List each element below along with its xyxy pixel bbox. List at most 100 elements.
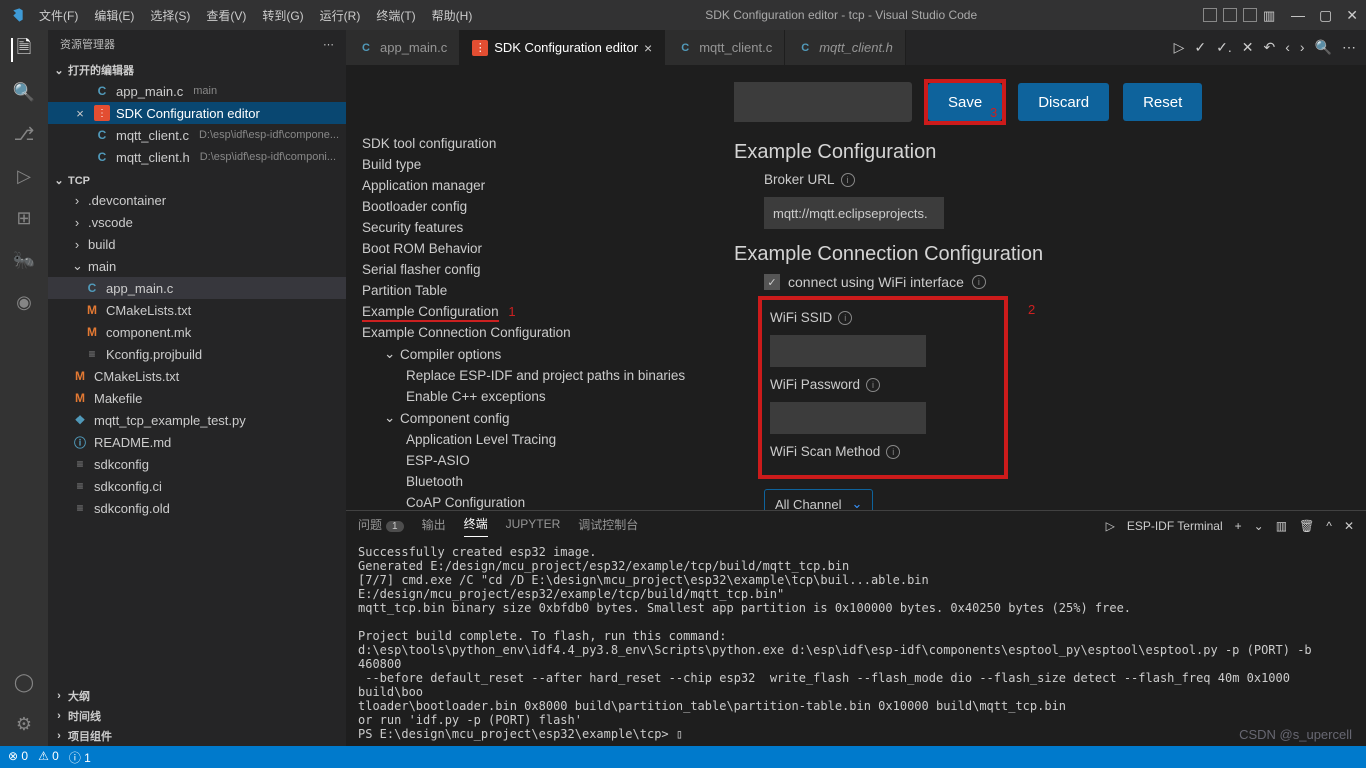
- info-icon[interactable]: i: [841, 173, 855, 187]
- close-icon[interactable]: ✕: [1346, 7, 1358, 24]
- info-icon[interactable]: i: [972, 275, 986, 289]
- more-icon[interactable]: ⋯: [323, 38, 334, 51]
- status-info[interactable]: ⓘ 1: [69, 749, 91, 766]
- open-editor-item[interactable]: Cmqtt_client.cD:\esp\idf\esp-idf\compone…: [48, 124, 346, 146]
- sidebar-section[interactable]: ›时间线: [48, 706, 346, 726]
- folder-item[interactable]: ›.vscode: [48, 211, 346, 233]
- menu-select[interactable]: 选择(S): [143, 5, 197, 26]
- layout-icon[interactable]: [1203, 8, 1217, 22]
- menu-help[interactable]: 帮助(H): [425, 5, 480, 26]
- check2-icon[interactable]: ✓.: [1216, 39, 1232, 56]
- config-subnav-item[interactable]: ESP-ASIO: [362, 450, 734, 471]
- status-warnings[interactable]: ⚠ 0: [38, 749, 59, 766]
- run-debug-icon[interactable]: ▷: [12, 164, 36, 188]
- close-icon[interactable]: ×: [72, 106, 88, 121]
- file-item[interactable]: ≡sdkconfig.ci: [48, 475, 346, 497]
- panel-tab-problems[interactable]: 问题1: [358, 516, 404, 537]
- config-nav-item[interactable]: Application manager: [362, 175, 734, 196]
- explorer-icon[interactable]: 🗎: [11, 38, 35, 62]
- cancel-icon[interactable]: ✕: [1242, 39, 1254, 56]
- extensions-icon[interactable]: ⊞: [12, 206, 36, 230]
- editor-tab[interactable]: Cmqtt_client.c: [665, 30, 785, 65]
- wifi-scan-select[interactable]: All Channel⌄: [764, 489, 873, 510]
- trash-icon[interactable]: 🗑: [1299, 519, 1314, 533]
- wifi-interface-checkbox[interactable]: ✓ connect using WiFi interface i: [764, 274, 1342, 290]
- next-icon[interactable]: ›: [1300, 39, 1305, 56]
- terminal-shell-icon[interactable]: ▷: [1106, 519, 1115, 533]
- config-subnav-item[interactable]: Replace ESP-IDF and project paths in bin…: [362, 365, 734, 386]
- open-editor-item[interactable]: ×⋮SDK Configuration editor: [48, 102, 346, 124]
- terminal-new-icon[interactable]: +: [1235, 519, 1242, 533]
- menu-edit[interactable]: 编辑(E): [87, 5, 141, 26]
- account-icon[interactable]: ◯: [12, 670, 36, 694]
- menu-file[interactable]: 文件(F): [32, 5, 85, 26]
- panel-tab-output[interactable]: 输出: [422, 516, 446, 537]
- file-item[interactable]: Mcomponent.mk: [48, 321, 346, 343]
- more-icon[interactable]: ⋯: [1342, 39, 1356, 56]
- info-icon[interactable]: i: [886, 445, 900, 459]
- search-icon[interactable]: 🔍: [12, 80, 36, 104]
- folder-item[interactable]: ›.devcontainer: [48, 189, 346, 211]
- file-item[interactable]: MMakefile: [48, 387, 346, 409]
- platformio-icon[interactable]: 🐜: [12, 248, 36, 272]
- panel-tab-jupyter[interactable]: JUPYTER: [506, 517, 561, 535]
- panel-tab-terminal[interactable]: 终端: [464, 515, 488, 537]
- layout-icon[interactable]: [1223, 8, 1237, 22]
- open-editor-item[interactable]: Capp_main.cmain: [48, 80, 346, 102]
- wifi-ssid-input[interactable]: [770, 335, 926, 367]
- file-item[interactable]: ≡Kconfig.projbuild: [48, 343, 346, 365]
- file-item[interactable]: ≡sdkconfig.old: [48, 497, 346, 519]
- project-header[interactable]: ⌄TCP: [48, 172, 346, 189]
- config-subnav-item[interactable]: ⌄Compiler options: [362, 343, 734, 365]
- sidebar-section[interactable]: ›大纲: [48, 686, 346, 706]
- config-nav-item[interactable]: Build type: [362, 154, 734, 175]
- reset-button[interactable]: Reset: [1123, 83, 1202, 121]
- menu-view[interactable]: 查看(V): [199, 5, 253, 26]
- discard-button[interactable]: Discard: [1018, 83, 1109, 121]
- undo-icon[interactable]: ↶: [1263, 39, 1275, 56]
- editor-tab[interactable]: Capp_main.c: [346, 30, 460, 65]
- config-nav-item[interactable]: Serial flasher config: [362, 259, 734, 280]
- editor-tab[interactable]: Cmqtt_client.h: [785, 30, 906, 65]
- search-icon[interactable]: 🔍: [1315, 39, 1332, 56]
- file-item[interactable]: ❖mqtt_tcp_example_test.py: [48, 409, 346, 431]
- menu-run[interactable]: 运行(R): [313, 5, 368, 26]
- open-editors-header[interactable]: ⌄打开的编辑器: [48, 60, 346, 80]
- gear-icon[interactable]: ⚙: [12, 712, 36, 736]
- espressif-icon[interactable]: ◉: [12, 290, 36, 314]
- split-icon[interactable]: ▥: [1276, 519, 1287, 533]
- prev-icon[interactable]: ‹: [1285, 39, 1290, 56]
- open-editor-item[interactable]: Cmqtt_client.hD:\esp\idf\esp-idf\componi…: [48, 146, 346, 168]
- menu-terminal[interactable]: 终端(T): [369, 5, 422, 26]
- file-item[interactable]: MCMakeLists.txt: [48, 299, 346, 321]
- panel-tab-debug[interactable]: 调试控制台: [578, 516, 638, 537]
- layout-icon[interactable]: ▥: [1263, 8, 1277, 22]
- folder-item[interactable]: ›build: [48, 233, 346, 255]
- nav-example-conn[interactable]: Example Connection Configuration: [362, 322, 734, 343]
- config-subnav-item[interactable]: Enable C++ exceptions: [362, 386, 734, 407]
- config-subnav-item[interactable]: Bluetooth: [362, 471, 734, 492]
- file-item[interactable]: MCMakeLists.txt: [48, 365, 346, 387]
- chevron-down-icon[interactable]: ⌄: [1254, 519, 1264, 533]
- nav-example-config[interactable]: Example Configuration 1: [362, 301, 734, 322]
- close-panel-icon[interactable]: ✕: [1344, 519, 1354, 533]
- config-nav-item[interactable]: SDK tool configuration: [362, 133, 734, 154]
- layout-icon[interactable]: [1243, 8, 1257, 22]
- check-icon[interactable]: ✓: [1194, 39, 1206, 56]
- wifi-password-input[interactable]: [770, 402, 926, 434]
- info-icon[interactable]: i: [866, 378, 880, 392]
- status-errors[interactable]: ⊗ 0: [8, 749, 28, 766]
- menu-goto[interactable]: 转到(G): [255, 5, 310, 26]
- broker-url-input[interactable]: [764, 197, 944, 229]
- minimize-icon[interactable]: —: [1291, 7, 1305, 23]
- info-icon[interactable]: i: [838, 311, 852, 325]
- folder-item[interactable]: ⌄main: [48, 255, 346, 277]
- file-item[interactable]: ⓘREADME.md: [48, 431, 346, 453]
- editor-tab[interactable]: ⋮SDK Configuration editor×: [460, 30, 665, 65]
- config-nav-item[interactable]: Security features: [362, 217, 734, 238]
- run-icon[interactable]: ▷: [1174, 39, 1185, 56]
- maximize-panel-icon[interactable]: ^: [1326, 519, 1332, 533]
- config-nav-item[interactable]: Bootloader config: [362, 196, 734, 217]
- config-subnav-item[interactable]: ⌄Component config: [362, 407, 734, 429]
- search-parameter-input[interactable]: [734, 82, 912, 122]
